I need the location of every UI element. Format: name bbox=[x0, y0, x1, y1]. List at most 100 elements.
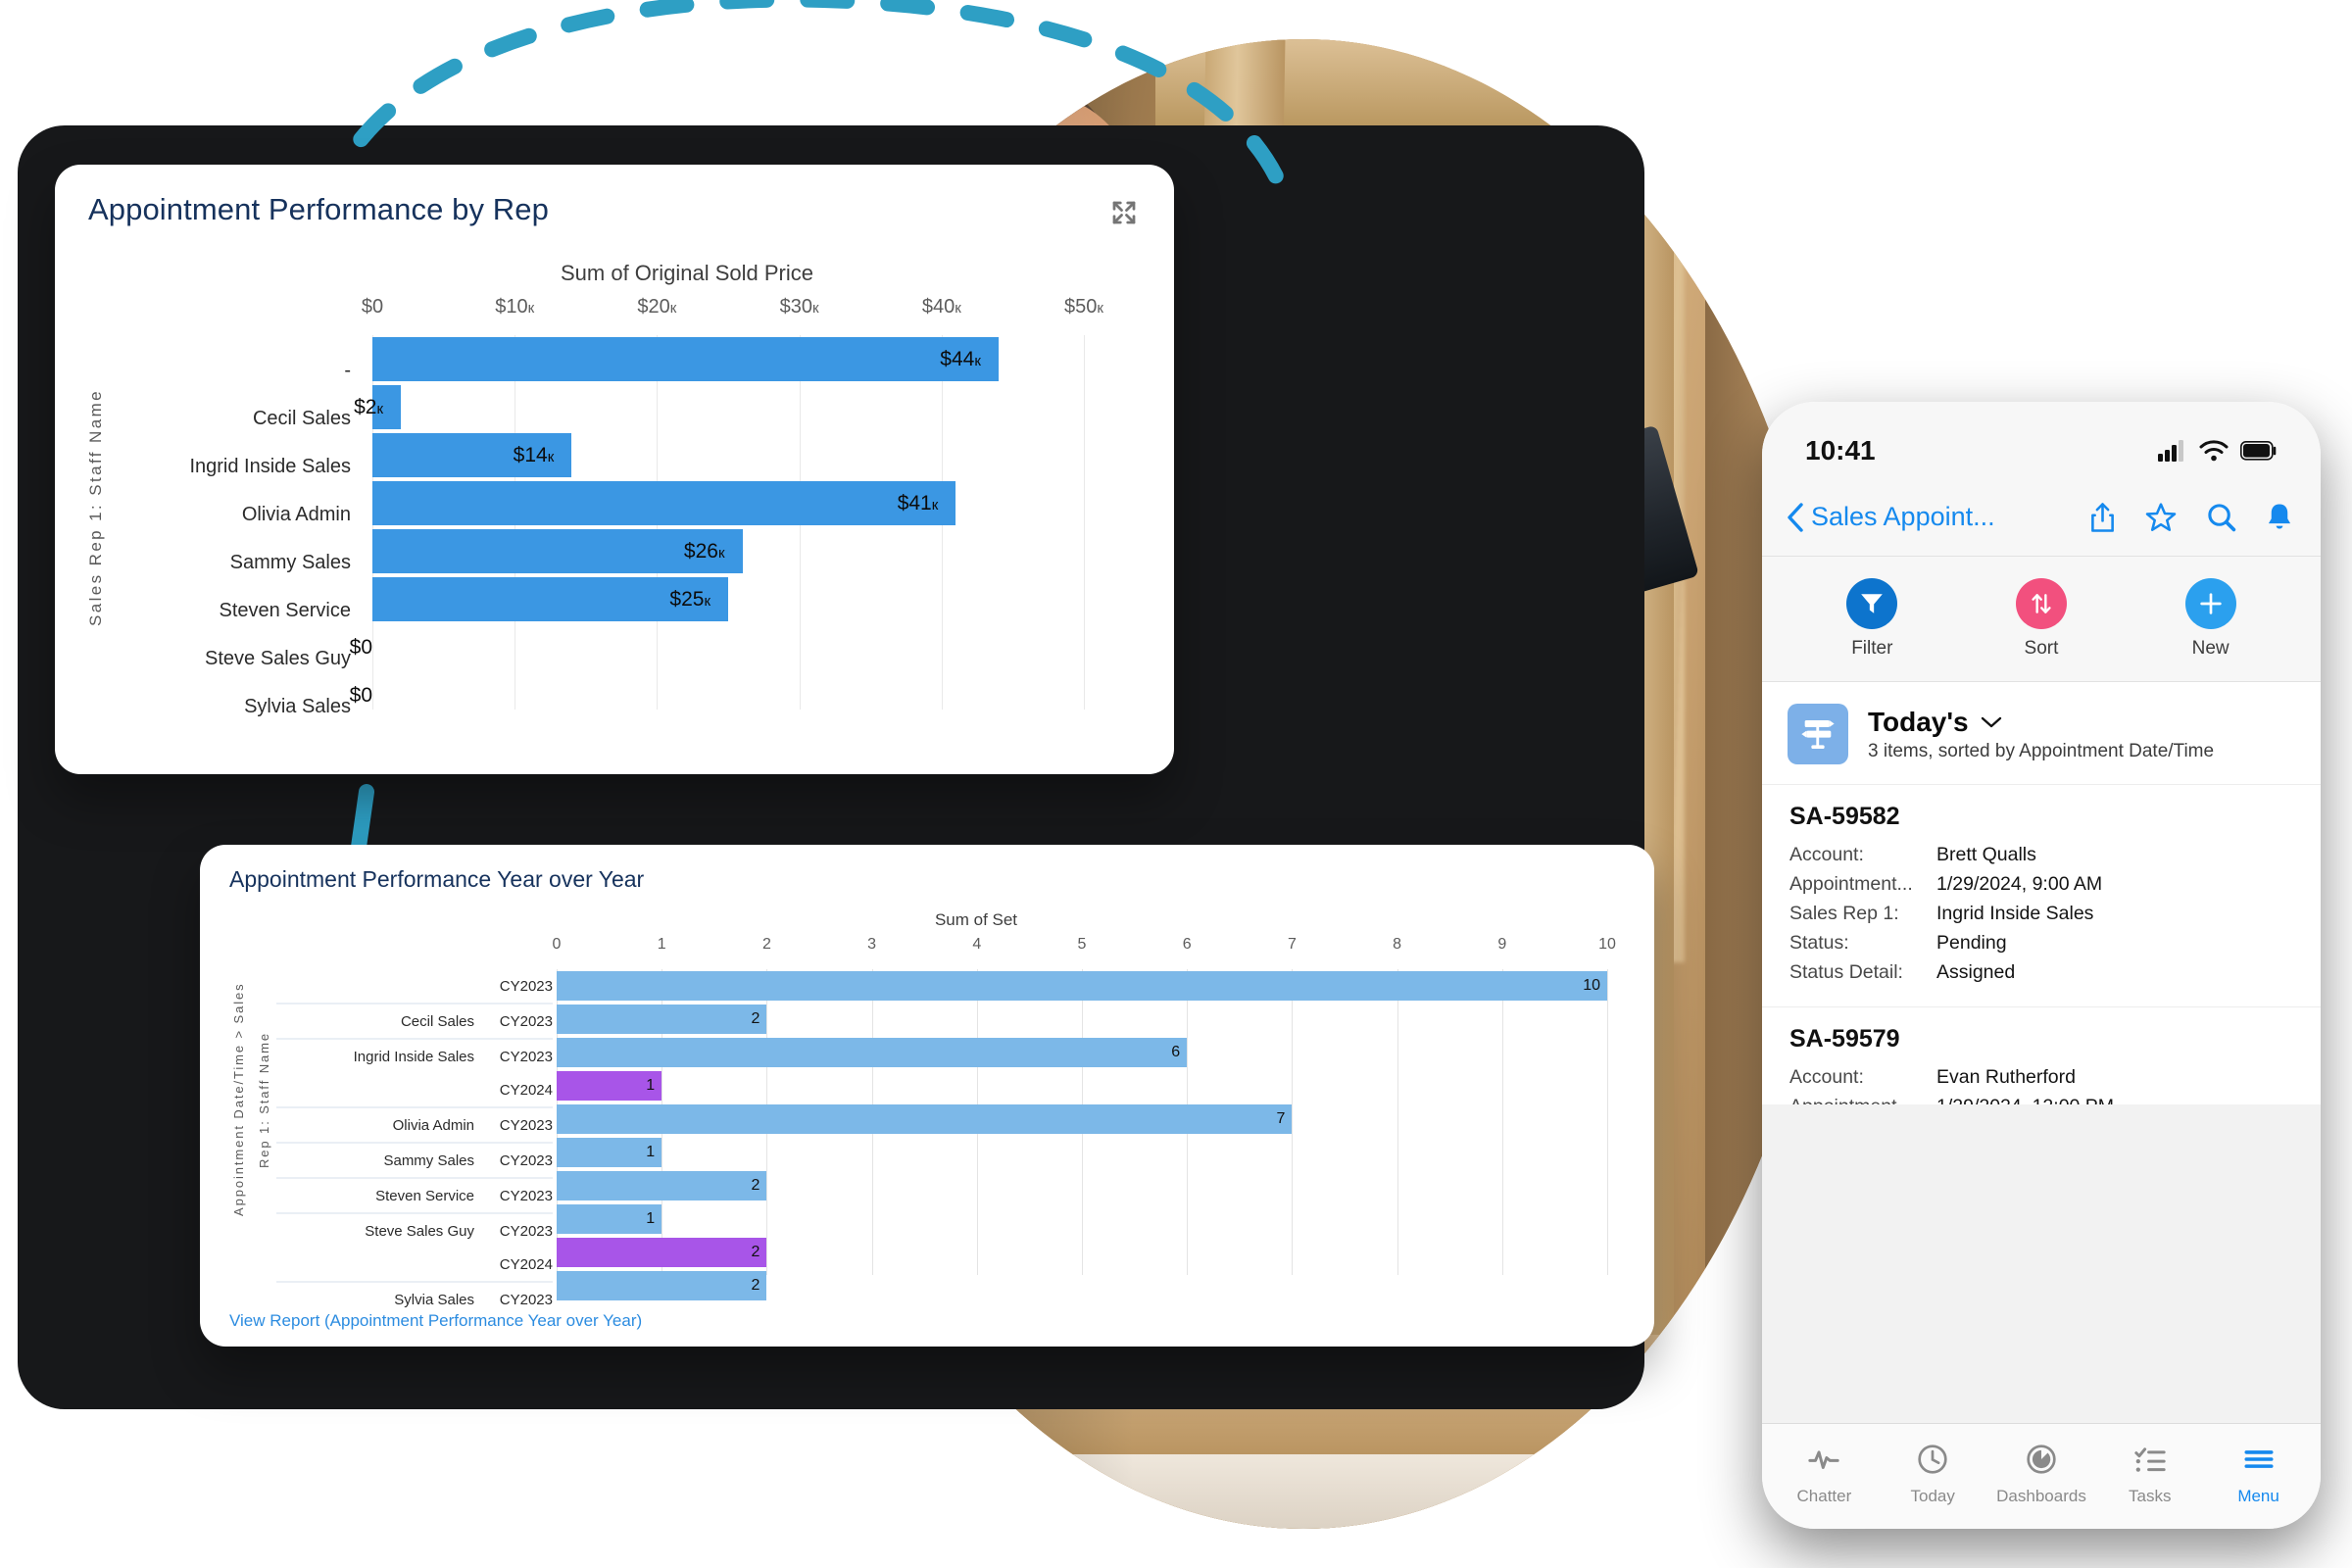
card2-bar[interactable]: 7 bbox=[557, 1104, 1293, 1134]
list-header[interactable]: Today's 3 items, sorted by Appointment D… bbox=[1762, 682, 2321, 785]
card2-y-axis-label-2: Rep 1: Staff Name bbox=[257, 1031, 271, 1168]
star-icon[interactable] bbox=[2145, 502, 2177, 533]
card2-y-tick-name: Ingrid Inside Sales bbox=[353, 1048, 474, 1065]
gauge-icon bbox=[2025, 1443, 2058, 1481]
card2-y-tick-year: CY2024 bbox=[499, 1255, 553, 1273]
card2-bar-value: 1 bbox=[646, 1144, 656, 1160]
card2-x-tick-labels: 0 1 2 3 4 5 6 7 8 9 10 bbox=[553, 936, 1616, 963]
tab-menu[interactable]: Menu bbox=[2204, 1443, 2313, 1506]
card2-bar[interactable]: 2 bbox=[557, 1171, 767, 1200]
card2-y-axis-label: Appointment Date/Time > Sales bbox=[231, 982, 246, 1217]
chart-card-appointment-performance-yoy: Appointment Performance Year over Year S… bbox=[200, 845, 1654, 1347]
card2-bar[interactable]: 2 bbox=[557, 1238, 767, 1267]
phone-action-sort[interactable]: Sort bbox=[2015, 578, 2067, 660]
card1-bar[interactable]: $41к bbox=[372, 481, 956, 525]
back-button[interactable]: Sales Appoint... bbox=[1786, 502, 1995, 533]
card2-y-tick-labels: CY2023 Cecil Sales CY2023 Ingrid Inside Sal… bbox=[276, 969, 553, 1316]
filter-icon bbox=[1846, 578, 1898, 629]
card1-title: Appointment Performance by Rep bbox=[88, 192, 549, 226]
appointment-list: SA-59582 Account: Brett Qualls Appointment.… bbox=[1762, 785, 2321, 1104]
card2-bar-row: 2 bbox=[557, 1003, 1607, 1036]
card2-bar[interactable]: 1 bbox=[557, 1071, 662, 1101]
card1-bar[interactable]: $26к bbox=[372, 529, 743, 573]
share-icon[interactable] bbox=[2089, 502, 2116, 533]
card1-bar[interactable]: $14к bbox=[372, 433, 572, 477]
tab-tasks[interactable]: Tasks bbox=[2095, 1443, 2204, 1506]
phone-action-label: Sort bbox=[2024, 638, 2059, 659]
card1-x-tick: $0 bbox=[361, 296, 384, 318]
card1-bar-row: $41к bbox=[372, 479, 1084, 527]
card2-y-tick-name: Sammy Sales bbox=[383, 1152, 474, 1169]
expand-icon[interactable] bbox=[1109, 198, 1139, 227]
card2-y-tick-name: Cecil Sales bbox=[400, 1012, 474, 1030]
card1-bar-row: $0 bbox=[350, 671, 1084, 719]
list-header-title: Today's bbox=[1868, 706, 1969, 737]
card1-bar-value: $41к bbox=[897, 491, 939, 514]
tab-dashboards[interactable]: Dashboards bbox=[1987, 1443, 2096, 1506]
tab-label: Menu bbox=[2237, 1487, 2279, 1505]
bell-icon[interactable] bbox=[2266, 502, 2293, 533]
field-value: Brett Qualls bbox=[1936, 844, 2036, 865]
card2-bar[interactable]: 2 bbox=[557, 1004, 767, 1034]
wifi-icon bbox=[2199, 440, 2229, 462]
card2-x-tick: 3 bbox=[867, 936, 877, 953]
card1-bar-value: $26к bbox=[683, 539, 725, 563]
card2-bar-value: 1 bbox=[646, 1210, 656, 1227]
phone-status-bar: 10:41 bbox=[1762, 402, 2321, 478]
field-label: Status: bbox=[1789, 932, 1849, 955]
phone-action-bar: Filter Sort New bbox=[1762, 557, 2321, 682]
list-item[interactable]: SA-59579Account:Evan RutherfordAppointme… bbox=[1762, 1007, 2321, 1103]
card1-bar-value: $25к bbox=[669, 587, 710, 611]
card1-y-tick: Steven Service bbox=[219, 600, 351, 621]
tab-label: Chatter bbox=[1796, 1487, 1852, 1505]
card2-x-tick: 2 bbox=[761, 936, 771, 953]
card2-y-tick-name: Olivia Admin bbox=[392, 1116, 474, 1134]
battery-icon bbox=[2240, 441, 2277, 461]
card2-bar-row: 10 bbox=[557, 969, 1607, 1003]
card1-y-tick: Ingrid Inside Sales bbox=[189, 456, 351, 477]
card1-bar-value: $2к bbox=[354, 395, 384, 418]
field-label: Account: bbox=[1789, 844, 1864, 865]
card1-bar[interactable]: $25к bbox=[372, 577, 728, 621]
card2-bar-row: 2 bbox=[557, 1169, 1607, 1202]
mobile-device-mockup: 10:41 Sales Appoint... Filter Sort New T… bbox=[1762, 402, 2321, 1529]
card2-y-tick-year: CY2023 bbox=[499, 1012, 553, 1030]
card2-x-tick: 10 bbox=[1598, 936, 1616, 953]
card1-bar[interactable]: $44к bbox=[372, 337, 999, 381]
card1-bar-value: $0 bbox=[349, 635, 372, 659]
card2-axis-title: Sum of Set bbox=[934, 910, 1018, 929]
card2-y-tick-row: CY2024 bbox=[276, 1073, 553, 1106]
card1-bar-value: $14к bbox=[513, 443, 555, 466]
card2-bar[interactable]: 2 bbox=[557, 1271, 767, 1300]
card2-bar-row: 1 bbox=[557, 1069, 1607, 1102]
field-label: Appointment... bbox=[1789, 1092, 1936, 1103]
card2-grid: 0 1 2 3 4 5 6 7 8 9 10 10 2 6 1 7 1 2 1 2 2 bbox=[553, 936, 1616, 1300]
phone-nav-bar: Sales Appoint... bbox=[1762, 478, 2321, 557]
card1-bars: $44к $2к $14к $41к $26к $25к $0 $0 bbox=[350, 335, 1085, 710]
card2-bar[interactable]: 1 bbox=[557, 1138, 662, 1167]
nav-title: Sales Appoint... bbox=[1811, 502, 1995, 531]
card2-x-tick: 7 bbox=[1287, 936, 1297, 953]
card2-y-tick-year: CY2024 bbox=[499, 1081, 553, 1099]
view-report-link[interactable]: View Report (Appointment Performance Yea… bbox=[229, 1311, 642, 1331]
card1-bar-row: $44к bbox=[372, 335, 1084, 383]
card2-bar[interactable]: 6 bbox=[557, 1038, 1188, 1067]
card1-bar-row: $25к bbox=[372, 575, 1084, 623]
card2-bar-row: 2 bbox=[557, 1236, 1607, 1269]
search-icon[interactable] bbox=[2206, 502, 2236, 532]
list-item[interactable]: SA-59582 Account: Brett Qualls Appointment.… bbox=[1762, 785, 2321, 1008]
tab-chatter[interactable]: Chatter bbox=[1770, 1443, 1879, 1506]
card2-bar-value: 7 bbox=[1276, 1110, 1286, 1127]
phone-action-filter[interactable]: Filter bbox=[1846, 578, 1898, 660]
card2-x-tick: 1 bbox=[657, 936, 666, 953]
card1-bar[interactable]: $2к bbox=[354, 385, 402, 429]
card2-bar[interactable]: 1 bbox=[557, 1204, 662, 1234]
field-value: Evan Rutherford bbox=[1936, 1066, 2076, 1089]
list-item-id: SA-59579 bbox=[1789, 1025, 1900, 1054]
list-header-subtitle: 3 items, sorted by Appointment Date/Time bbox=[1868, 740, 2215, 761]
tab-today[interactable]: Today bbox=[1879, 1443, 1987, 1506]
chevron-down-icon[interactable] bbox=[1981, 715, 2002, 729]
card2-bar[interactable]: 10 bbox=[557, 971, 1607, 1001]
card2-y-tick-row: Ingrid Inside Sales CY2023 bbox=[276, 1040, 553, 1073]
phone-action-new[interactable]: New bbox=[2184, 578, 2236, 660]
